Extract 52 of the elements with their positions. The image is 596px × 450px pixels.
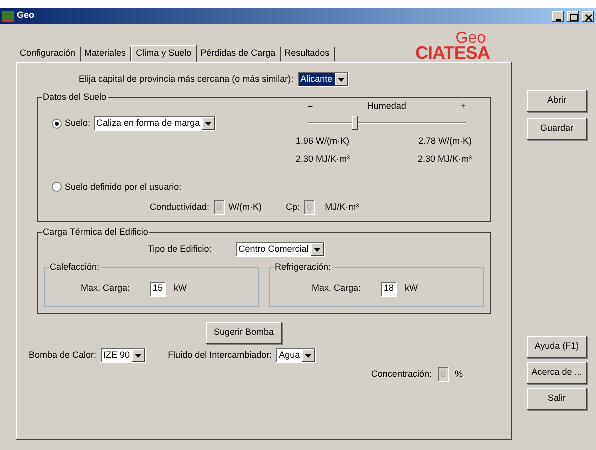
group-title: Refrigeración:	[274, 261, 332, 274]
fluid-dropdown[interactable]: Agua	[276, 348, 316, 363]
tab[interactable]: Resultados	[280, 47, 335, 61]
app-icon	[2, 10, 14, 22]
reading: 2.30 MJ/K·m³	[296, 153, 350, 166]
side-button[interactable]: Salir	[527, 388, 587, 410]
field-label: Conductividad:	[150, 200, 210, 214]
reading: 1.96 W/(m·K)	[296, 134, 350, 148]
city-dropdown[interactable]: Alicante	[298, 72, 349, 87]
unit-label: W/(m·K)	[228, 200, 262, 214]
field-label: Max. Carga:	[312, 282, 362, 296]
plus-label: +	[460, 100, 466, 113]
radio-button[interactable]	[52, 118, 62, 128]
tab[interactable]: Configuración	[16, 47, 81, 61]
unit-label: %	[454, 368, 463, 381]
load-field[interactable]: 15	[150, 282, 166, 296]
logo: Geo CIATESA	[415, 31, 490, 62]
field-label: Cp:	[286, 200, 300, 214]
pump-dropdown[interactable]: IZE 90	[100, 348, 146, 363]
group-title: Carga Térmica del Edificio	[42, 226, 150, 240]
close-icon[interactable]	[582, 10, 594, 22]
side-button[interactable]: Acerca de ...	[527, 362, 587, 384]
field-label: Concentración:	[371, 368, 432, 381]
side-button[interactable]: Abrir	[527, 90, 587, 112]
humidity-slider[interactable]	[308, 116, 466, 130]
minimize-icon[interactable]	[552, 10, 564, 22]
slider-thumb[interactable]	[352, 116, 358, 130]
radio-button[interactable]	[52, 182, 62, 192]
soil-dropdown[interactable]: Caliza en forma de marga	[94, 116, 216, 131]
load-field[interactable]: 18	[381, 282, 398, 296]
radio-label: Suelo definido por el usuario:	[65, 180, 182, 194]
unit-label: kW	[174, 282, 188, 296]
field-label: Bomba de Calor:	[29, 348, 97, 362]
field-label: Fluido del Intercambiador:	[168, 348, 272, 362]
side-button[interactable]: Guardar	[527, 118, 587, 140]
slider-label: Humedad	[367, 100, 406, 113]
radio-label: Suelo:	[65, 116, 91, 130]
tab[interactable]: Clima y Suelo	[131, 45, 197, 62]
window-title: Geo	[17, 9, 35, 22]
field-label: Elija capital de provincia más cercana (o más similar):	[79, 72, 294, 86]
side-button[interactable]: Ayuda (F1)	[527, 336, 587, 358]
reading: 2.78 W/(m·K)	[418, 134, 472, 148]
building-dropdown[interactable]: Centro Comercial	[236, 242, 325, 257]
field-label: Max. Carga:	[81, 282, 130, 296]
unit-label: kW	[405, 282, 418, 296]
tab[interactable]: Pérdidas de Carga	[196, 47, 281, 61]
field-label: Tipo de Edificio:	[148, 242, 212, 256]
suggest-button[interactable]: Sugerir Bomba	[206, 322, 282, 344]
maximize-icon[interactable]	[567, 10, 579, 22]
unit-label: MJ/K·m³	[325, 200, 360, 214]
reading: 2.30 MJ/K·m³	[418, 153, 472, 166]
minus-label: –	[308, 100, 314, 113]
